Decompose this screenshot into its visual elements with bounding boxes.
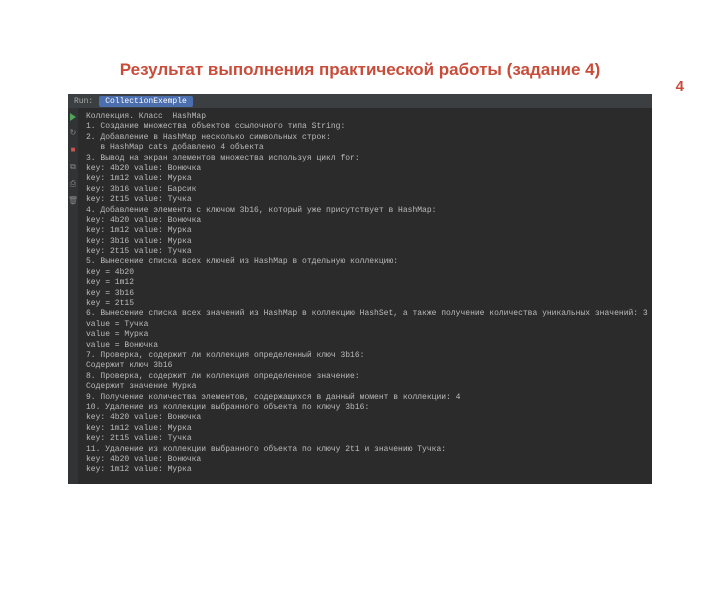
ide-console-panel: ↻ ■ ⧉ ⎙ 🗑 Коллекция. Класс HashMap 1. Со… xyxy=(68,108,652,484)
page-title: Результат выполнения практической работы… xyxy=(0,60,720,80)
run-toolbar: Run: CollectionExemple xyxy=(68,94,652,108)
run-label: Run: xyxy=(74,97,93,106)
run-gutter: ↻ ■ ⧉ ⎙ 🗑 xyxy=(68,108,78,484)
rerun-icon[interactable]: ↻ xyxy=(68,129,78,139)
stop-icon[interactable]: ■ xyxy=(68,146,78,156)
run-config-tab[interactable]: CollectionExemple xyxy=(99,96,193,107)
trash-icon[interactable]: 🗑 xyxy=(68,197,78,207)
console-output: Коллекция. Класс HashMap 1. Создание мно… xyxy=(78,108,656,484)
layout-icon[interactable]: ⧉ xyxy=(68,163,78,173)
slide-number: 4 xyxy=(676,78,684,95)
pin-icon[interactable]: ⎙ xyxy=(68,180,78,190)
run-icon[interactable] xyxy=(68,112,78,122)
